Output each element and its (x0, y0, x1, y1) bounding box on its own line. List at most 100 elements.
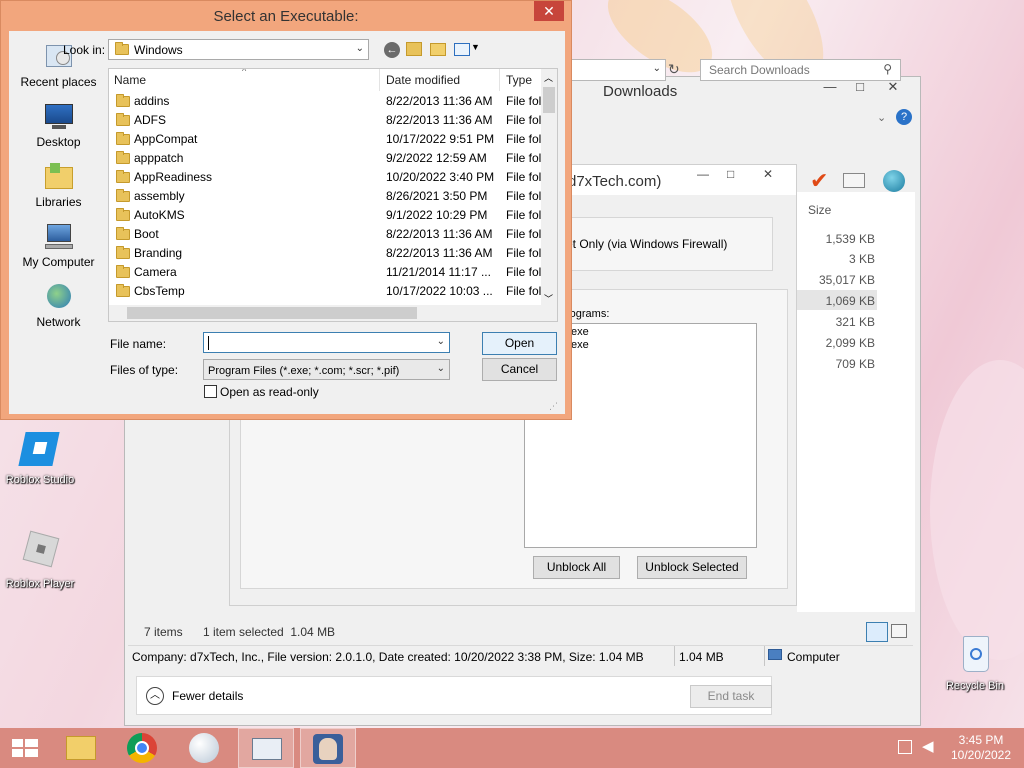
desktop-icon-roblox-player[interactable]: Roblox Player (0, 530, 80, 590)
taskbar-roblox[interactable] (176, 728, 232, 768)
globe-icon[interactable] (883, 170, 905, 192)
place-label: Recent places (20, 75, 97, 89)
list-item[interactable]: exe (571, 339, 752, 352)
vertical-scrollbar[interactable]: ︿ ﹀ (541, 69, 557, 321)
place-network[interactable]: Network (11, 281, 106, 341)
checkmark-icon[interactable]: ✔ (810, 168, 828, 194)
file-row[interactable]: Camera 11/21/2014 11:17 ... File fol (109, 263, 543, 282)
chevron-down-icon[interactable]: ⌄ (653, 63, 661, 74)
collapse-icon[interactable]: ︿ (146, 687, 164, 705)
app-sphere-icon (189, 733, 219, 763)
file-row[interactable]: Branding 8/22/2013 11:36 AM File fol (109, 244, 543, 263)
explorer-title: Downloads (603, 83, 678, 100)
scrollbar-thumb[interactable] (127, 307, 417, 319)
file-row[interactable]: AppReadiness 10/20/2022 3:40 PM File fol (109, 168, 543, 187)
back-icon[interactable]: ← (384, 42, 400, 58)
card-icon[interactable] (843, 173, 865, 188)
scroll-up-icon[interactable]: ︿ (544, 71, 553, 84)
search-input[interactable]: Search Downloads ⚲ (700, 59, 901, 81)
sort-ascending-icon: ^ (242, 68, 247, 76)
desktop-icon-roblox-studio[interactable]: Roblox Studio (0, 426, 80, 486)
size-column-header[interactable]: Size (808, 203, 831, 217)
taskbar-task-manager[interactable] (238, 728, 294, 768)
network-icon (42, 281, 76, 313)
d7x-dialog-title: d7xTech.com) (568, 173, 662, 190)
text-caret (208, 336, 209, 350)
files-of-type-label: Files of type: (110, 363, 179, 377)
file-row[interactable]: addins 8/22/2013 11:36 AM File fol (109, 92, 543, 111)
file-type: File fol (506, 189, 542, 203)
chevron-down-icon[interactable]: ⌄ (877, 111, 886, 124)
close-icon[interactable]: ✕ (763, 167, 773, 181)
files-of-type-select[interactable]: Program Files (*.exe; *.com; *.scr; *.pi… (203, 359, 450, 380)
file-name-input[interactable]: ⌄ (203, 332, 450, 353)
unblock-all-button[interactable]: Unblock All (533, 556, 620, 579)
cancel-button[interactable]: Cancel (482, 358, 557, 381)
places-bar: Recent places Desktop Libraries My Compu… (11, 41, 106, 341)
folder-icon (116, 246, 130, 259)
column-header-name[interactable]: Name (114, 69, 146, 91)
place-my-computer[interactable]: My Computer (11, 221, 106, 281)
maximize-icon[interactable]: □ (727, 167, 734, 181)
file-name: assembly (134, 189, 185, 203)
search-icon: ⚲ (883, 62, 892, 76)
desktop-icon-recycle-bin[interactable]: Recycle Bin (935, 632, 1015, 692)
desktop-icon-label: Roblox Player (5, 578, 75, 590)
minimize-icon[interactable]: — (697, 167, 709, 181)
taskbar-clock[interactable]: 3:45 PM 10/20/2022 (950, 733, 1012, 763)
file-row[interactable]: CbsTemp 10/17/2022 10:03 ... File fol (109, 282, 543, 301)
taskbar-file-explorer[interactable] (52, 728, 108, 768)
look-in-select[interactable]: Windows ⌄ (108, 39, 369, 60)
volume-icon[interactable]: ◀ (922, 737, 934, 755)
column-header-type[interactable]: Type (506, 69, 532, 91)
libraries-icon (42, 161, 76, 193)
scrollbar-thumb[interactable] (543, 87, 555, 113)
chevron-down-icon[interactable]: ▼ (471, 42, 480, 52)
column-header-date[interactable]: Date modified (386, 69, 460, 91)
read-only-checkbox[interactable] (204, 385, 217, 398)
taskbar-chrome[interactable] (114, 728, 170, 768)
file-row[interactable]: AppCompat 10/17/2022 9:51 PM File fol (109, 130, 543, 149)
windows-logo-icon (12, 739, 38, 757)
scroll-down-icon[interactable]: ﹀ (544, 292, 553, 305)
file-date: 8/22/2013 11:36 AM (386, 227, 493, 241)
start-button[interactable] (0, 728, 48, 768)
refresh-icon[interactable]: ↻ (668, 61, 680, 78)
file-row[interactable]: Boot 8/22/2013 11:36 AM File fol (109, 225, 543, 244)
search-placeholder: Search Downloads (709, 63, 810, 77)
end-task-button[interactable]: End task (690, 685, 772, 708)
place-libraries[interactable]: Libraries (11, 161, 106, 221)
chevron-down-icon[interactable]: ⌄ (437, 336, 445, 347)
file-details: Company: d7xTech, Inc., File version: 2.… (132, 650, 644, 664)
roblox-studio-icon (18, 426, 62, 470)
column-separator[interactable] (499, 69, 500, 91)
unblock-selected-button[interactable]: Unblock Selected (637, 556, 747, 579)
new-folder-icon[interactable] (430, 43, 446, 56)
help-icon[interactable]: ? (896, 109, 912, 125)
fewer-details-link[interactable]: Fewer details (172, 689, 243, 703)
file-row[interactable]: AutoKMS 9/1/2022 10:29 PM File fol (109, 206, 543, 225)
list-item[interactable]: exe (571, 326, 752, 339)
folder-icon (116, 208, 130, 221)
taskbar-d7x[interactable] (300, 728, 356, 768)
horizontal-scrollbar[interactable] (109, 305, 543, 321)
file-row[interactable]: assembly 8/26/2021 3:50 PM File fol (109, 187, 543, 206)
file-row[interactable]: apppatch 9/2/2022 12:59 AM File fol (109, 149, 543, 168)
place-desktop[interactable]: Desktop (11, 101, 106, 161)
view-menu-icon[interactable] (454, 43, 470, 56)
large-icons-view-icon[interactable] (891, 624, 907, 638)
network-tray-icon[interactable] (898, 740, 912, 754)
open-button[interactable]: Open (482, 332, 557, 355)
up-folder-icon[interactable] (406, 42, 422, 56)
computer-icon (768, 649, 782, 660)
close-button[interactable]: ✕ (534, 1, 564, 21)
status-separator (764, 646, 765, 666)
resize-grip-icon[interactable]: ⋰ (549, 401, 558, 412)
details-view-icon[interactable] (866, 622, 888, 642)
column-separator[interactable] (379, 69, 380, 91)
size-cell: 1,539 KB (825, 232, 875, 246)
file-row[interactable]: ADFS 8/22/2013 11:36 AM File fol (109, 111, 543, 130)
file-list[interactable]: Name ^ Date modified Type addins 8/22/201… (108, 68, 558, 322)
file-date: 9/1/2022 10:29 PM (386, 208, 488, 222)
folder-icon (116, 284, 130, 297)
